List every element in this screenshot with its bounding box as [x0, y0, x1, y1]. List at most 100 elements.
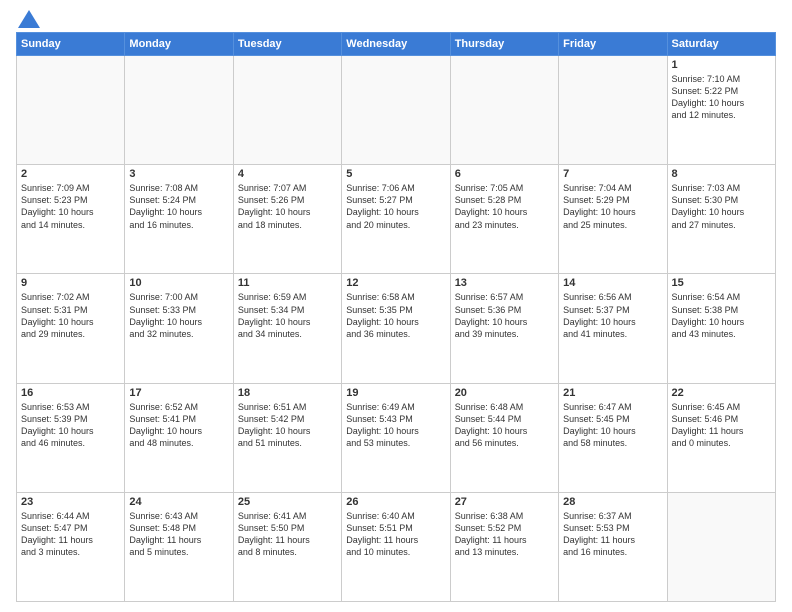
- day-info: Sunrise: 7:07 AMSunset: 5:26 PMDaylight:…: [238, 182, 337, 231]
- day-info: Sunrise: 7:10 AMSunset: 5:22 PMDaylight:…: [672, 73, 771, 122]
- day-cell: 20 Sunrise: 6:48 AMSunset: 5:44 PMDayligh…: [450, 383, 558, 492]
- day-info: Sunrise: 6:53 AMSunset: 5:39 PMDaylight:…: [21, 401, 120, 450]
- day-cell: 2 Sunrise: 7:09 AMSunset: 5:23 PMDaylight…: [17, 165, 125, 274]
- week-row-2: 2 Sunrise: 7:09 AMSunset: 5:23 PMDaylight…: [17, 165, 776, 274]
- day-info: Sunrise: 7:06 AMSunset: 5:27 PMDaylight:…: [346, 182, 445, 231]
- day-number: 10: [129, 277, 228, 289]
- day-cell: 17 Sunrise: 6:52 AMSunset: 5:41 PMDayligh…: [125, 383, 233, 492]
- day-number: 6: [455, 168, 554, 180]
- day-cell: [559, 56, 667, 165]
- day-cell: 22 Sunrise: 6:45 AMSunset: 5:46 PMDayligh…: [667, 383, 775, 492]
- day-cell: 15Sunrise: 6:54 AMSunset: 5:38 PMDayligh…: [667, 274, 775, 383]
- day-info: Sunrise: 6:38 AMSunset: 5:52 PMDaylight:…: [455, 510, 554, 559]
- calendar-header: SundayMondayTuesdayWednesdayThursdayFrid…: [17, 33, 776, 56]
- day-info: Sunrise: 7:05 AMSunset: 5:28 PMDaylight:…: [455, 182, 554, 231]
- day-cell: 7 Sunrise: 7:04 AMSunset: 5:29 PMDaylight…: [559, 165, 667, 274]
- day-number: 17: [129, 387, 228, 399]
- calendar-body: 1 Sunrise: 7:10 AMSunset: 5:22 PMDaylight…: [17, 56, 776, 602]
- day-info: Sunrise: 6:45 AMSunset: 5:46 PMDaylight:…: [672, 401, 771, 450]
- week-row-3: 9Sunrise: 7:02 AMSunset: 5:31 PMDaylight…: [17, 274, 776, 383]
- day-number: 24: [129, 496, 228, 508]
- day-info: Sunrise: 6:40 AMSunset: 5:51 PMDaylight:…: [346, 510, 445, 559]
- day-info: Sunrise: 6:52 AMSunset: 5:41 PMDaylight:…: [129, 401, 228, 450]
- day-number: 25: [238, 496, 337, 508]
- day-info: Sunrise: 6:51 AMSunset: 5:42 PMDaylight:…: [238, 401, 337, 450]
- day-number: 1: [672, 59, 771, 71]
- week-row-1: 1 Sunrise: 7:10 AMSunset: 5:22 PMDaylight…: [17, 56, 776, 165]
- day-number: 12: [346, 277, 445, 289]
- logo: [16, 12, 40, 24]
- day-number: 15: [672, 277, 771, 289]
- day-cell: 9Sunrise: 7:02 AMSunset: 5:31 PMDaylight…: [17, 274, 125, 383]
- day-cell: 16 Sunrise: 6:53 AMSunset: 5:39 PMDayligh…: [17, 383, 125, 492]
- day-cell: 3 Sunrise: 7:08 AMSunset: 5:24 PMDaylight…: [125, 165, 233, 274]
- day-info: Sunrise: 7:03 AMSunset: 5:30 PMDaylight:…: [672, 182, 771, 231]
- day-info: Sunrise: 6:57 AMSunset: 5:36 PMDaylight:…: [455, 291, 554, 340]
- day-cell: 12Sunrise: 6:58 AMSunset: 5:35 PMDayligh…: [342, 274, 450, 383]
- day-info: Sunrise: 6:44 AMSunset: 5:47 PMDaylight:…: [21, 510, 120, 559]
- day-cell: 14 Sunrise: 6:56 AMSunset: 5:37 PMDayligh…: [559, 274, 667, 383]
- day-number: 18: [238, 387, 337, 399]
- day-number: 13: [455, 277, 554, 289]
- weekday-row: SundayMondayTuesdayWednesdayThursdayFrid…: [17, 33, 776, 56]
- day-number: 28: [563, 496, 662, 508]
- day-info: Sunrise: 7:09 AMSunset: 5:23 PMDaylight:…: [21, 182, 120, 231]
- day-info: Sunrise: 7:08 AMSunset: 5:24 PMDaylight:…: [129, 182, 228, 231]
- day-cell: 21Sunrise: 6:47 AMSunset: 5:45 PMDayligh…: [559, 383, 667, 492]
- header: [16, 12, 776, 24]
- week-row-4: 16 Sunrise: 6:53 AMSunset: 5:39 PMDayligh…: [17, 383, 776, 492]
- day-cell: 4 Sunrise: 7:07 AMSunset: 5:26 PMDaylight…: [233, 165, 341, 274]
- calendar-page: SundayMondayTuesdayWednesdayThursdayFrid…: [0, 0, 792, 612]
- day-cell: 28 Sunrise: 6:37 AMSunset: 5:53 PMDayligh…: [559, 492, 667, 601]
- day-number: 27: [455, 496, 554, 508]
- day-cell: 26 Sunrise: 6:40 AMSunset: 5:51 PMDayligh…: [342, 492, 450, 601]
- day-number: 7: [563, 168, 662, 180]
- weekday-header-monday: Monday: [125, 33, 233, 56]
- day-number: 4: [238, 168, 337, 180]
- day-cell: 6 Sunrise: 7:05 AMSunset: 5:28 PMDaylight…: [450, 165, 558, 274]
- weekday-header-sunday: Sunday: [17, 33, 125, 56]
- day-cell: [450, 56, 558, 165]
- day-info: Sunrise: 7:00 AMSunset: 5:33 PMDaylight:…: [129, 291, 228, 340]
- day-info: Sunrise: 6:37 AMSunset: 5:53 PMDaylight:…: [563, 510, 662, 559]
- day-info: Sunrise: 6:48 AMSunset: 5:44 PMDaylight:…: [455, 401, 554, 450]
- day-cell: 1 Sunrise: 7:10 AMSunset: 5:22 PMDaylight…: [667, 56, 775, 165]
- day-info: Sunrise: 6:41 AMSunset: 5:50 PMDaylight:…: [238, 510, 337, 559]
- day-cell: 8Sunrise: 7:03 AMSunset: 5:30 PMDaylight…: [667, 165, 775, 274]
- day-cell: 25 Sunrise: 6:41 AMSunset: 5:50 PMDayligh…: [233, 492, 341, 601]
- day-number: 19: [346, 387, 445, 399]
- day-cell: 23 Sunrise: 6:44 AMSunset: 5:47 PMDayligh…: [17, 492, 125, 601]
- day-number: 21: [563, 387, 662, 399]
- day-info: Sunrise: 7:04 AMSunset: 5:29 PMDaylight:…: [563, 182, 662, 231]
- weekday-header-thursday: Thursday: [450, 33, 558, 56]
- calendar-table: SundayMondayTuesdayWednesdayThursdayFrid…: [16, 32, 776, 602]
- day-number: 16: [21, 387, 120, 399]
- day-cell: [125, 56, 233, 165]
- day-cell: [342, 56, 450, 165]
- weekday-header-tuesday: Tuesday: [233, 33, 341, 56]
- day-number: 14: [563, 277, 662, 289]
- logo-icon: [18, 10, 40, 28]
- day-number: 11: [238, 277, 337, 289]
- week-row-5: 23 Sunrise: 6:44 AMSunset: 5:47 PMDayligh…: [17, 492, 776, 601]
- day-number: 3: [129, 168, 228, 180]
- day-info: Sunrise: 6:56 AMSunset: 5:37 PMDaylight:…: [563, 291, 662, 340]
- day-number: 23: [21, 496, 120, 508]
- day-number: 26: [346, 496, 445, 508]
- day-cell: 11 Sunrise: 6:59 AMSunset: 5:34 PMDayligh…: [233, 274, 341, 383]
- day-cell: 19Sunrise: 6:49 AMSunset: 5:43 PMDayligh…: [342, 383, 450, 492]
- day-cell: [233, 56, 341, 165]
- weekday-header-friday: Friday: [559, 33, 667, 56]
- day-info: Sunrise: 6:59 AMSunset: 5:34 PMDaylight:…: [238, 291, 337, 340]
- day-cell: 24 Sunrise: 6:43 AMSunset: 5:48 PMDayligh…: [125, 492, 233, 601]
- day-number: 20: [455, 387, 554, 399]
- day-number: 5: [346, 168, 445, 180]
- weekday-header-wednesday: Wednesday: [342, 33, 450, 56]
- day-info: Sunrise: 6:43 AMSunset: 5:48 PMDaylight:…: [129, 510, 228, 559]
- day-number: 22: [672, 387, 771, 399]
- weekday-header-saturday: Saturday: [667, 33, 775, 56]
- day-cell: 13 Sunrise: 6:57 AMSunset: 5:36 PMDayligh…: [450, 274, 558, 383]
- day-number: 2: [21, 168, 120, 180]
- day-cell: 5 Sunrise: 7:06 AMSunset: 5:27 PMDaylight…: [342, 165, 450, 274]
- day-cell: 10 Sunrise: 7:00 AMSunset: 5:33 PMDayligh…: [125, 274, 233, 383]
